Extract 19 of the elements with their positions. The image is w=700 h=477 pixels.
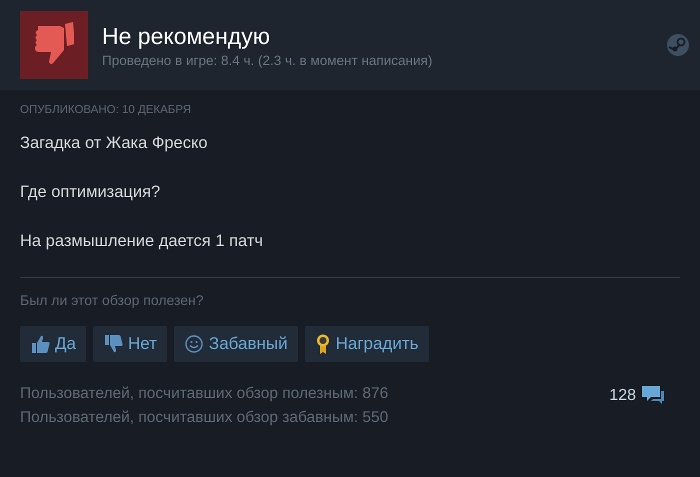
thumbs-down-icon xyxy=(102,334,123,354)
yes-button[interactable]: Да xyxy=(20,326,86,362)
review-text: На размышление дается 1 патч xyxy=(20,232,264,251)
helpful-question: Был ли этот обзор полезен? xyxy=(20,292,205,308)
award-medal-icon xyxy=(314,333,331,355)
comment-count: 128 xyxy=(609,387,636,405)
thumbs-up-icon xyxy=(30,334,50,354)
vote-count-text: Пользователей, посчитавших обзор забавным: 550 xyxy=(20,408,390,428)
vote-count-text: Пользователей, посчитавших обзор полезным: 876 xyxy=(20,384,390,404)
smiley-icon xyxy=(184,334,204,354)
playtime-text: Проведено в игре: 8.4 ч. (2.3 ч. в момент написания) xyxy=(102,52,434,68)
posted-date: ОПУБЛИКОВАНО: 10 ДЕКАБРЯ xyxy=(20,104,192,116)
review-text: Загадка от Жака Фреско xyxy=(20,134,209,153)
review-text: Где оптимизация? xyxy=(20,183,162,202)
award-button[interactable]: Наградить xyxy=(304,326,428,362)
verdict-title: Не рекомендую xyxy=(102,22,271,50)
no-button[interactable]: Нет xyxy=(92,326,167,362)
funny-button[interactable]: Забавный xyxy=(174,326,298,362)
steam-logo-icon xyxy=(666,33,690,57)
